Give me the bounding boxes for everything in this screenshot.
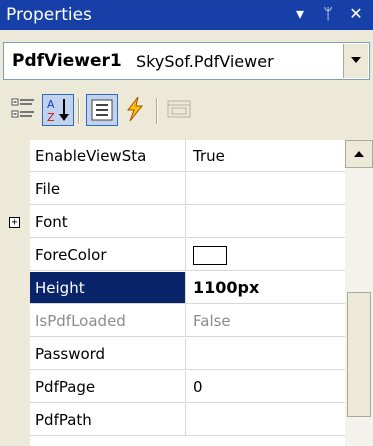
property-row[interactable]: IsPdfLoaded False [0,305,345,338]
property-row[interactable]: + Font [0,206,345,239]
property-name[interactable]: PdfPage [30,371,186,403]
property-grid: EnableViewSta True File + Font ForeColor… [0,140,373,446]
property-name[interactable]: PdfPath [30,404,186,436]
property-value[interactable] [186,206,345,238]
svg-text:A: A [47,98,55,111]
chevron-down-icon [351,57,361,63]
properties-button[interactable] [86,94,118,126]
scroll-up-button[interactable] [345,140,373,168]
property-value: False [186,305,345,337]
property-value[interactable]: True [186,140,345,172]
property-value[interactable] [186,338,345,370]
property-row[interactable]: PdfPath [0,404,345,437]
property-row-selected[interactable]: Height 1100px [0,272,345,305]
scroll-thumb[interactable] [347,292,371,417]
property-name[interactable]: EnableViewSta [30,140,186,172]
property-pages-icon [167,100,191,118]
object-name: PdfViewer1 [12,51,122,71]
property-row[interactable]: EnableViewSta True [0,140,345,173]
toolbar-separator [156,98,158,124]
property-name[interactable]: Height [30,272,186,304]
vertical-scrollbar[interactable] [345,140,373,446]
events-icon [126,96,144,122]
pin-icon[interactable]: ᛘ [318,3,338,25]
property-value[interactable]: 0 [186,371,345,403]
property-row[interactable]: Password [0,338,345,371]
events-button[interactable] [120,94,152,126]
property-row[interactable]: ForeColor [0,239,345,272]
color-swatch [193,246,227,265]
properties-panel: Properties ▾ ᛘ ✕ PdfViewer1 SkySof.PdfVi… [0,0,373,446]
property-name[interactable]: Password [30,338,186,370]
property-name[interactable]: ForeColor [30,239,186,271]
property-value[interactable] [186,239,345,271]
window-title: Properties [6,5,92,25]
property-value[interactable] [186,173,345,205]
property-row[interactable]: File [0,173,345,206]
object-selector[interactable]: PdfViewer1 SkySof.PdfViewer [3,42,370,80]
chevron-up-icon [354,151,364,157]
property-name[interactable]: IsPdfLoaded [30,305,186,337]
expand-icon[interactable]: + [9,217,20,228]
property-row[interactable]: PdfPage 0 [0,371,345,404]
categorized-icon [11,98,34,118]
property-value[interactable]: 1100px [186,272,345,304]
toolbar: A Z [0,88,373,134]
alphabetical-icon: A Z [47,98,69,124]
object-type: SkySof.PdfViewer [136,52,274,71]
alphabetical-button[interactable]: A Z [42,94,74,126]
property-name[interactable]: File [30,173,186,205]
property-name[interactable]: Font [30,206,186,238]
property-pages-button[interactable] [164,94,196,126]
categorized-button[interactable] [8,94,40,126]
svg-text:Z: Z [47,111,55,124]
window-position-dropdown-icon[interactable]: ▾ [290,3,310,25]
title-bar[interactable]: Properties ▾ ᛘ ✕ [0,0,373,30]
close-icon[interactable]: ✕ [346,3,366,25]
object-selector-dropdown-button[interactable] [343,44,368,78]
property-value[interactable] [186,404,345,436]
properties-icon [91,99,113,121]
toolbar-separator [78,98,80,124]
